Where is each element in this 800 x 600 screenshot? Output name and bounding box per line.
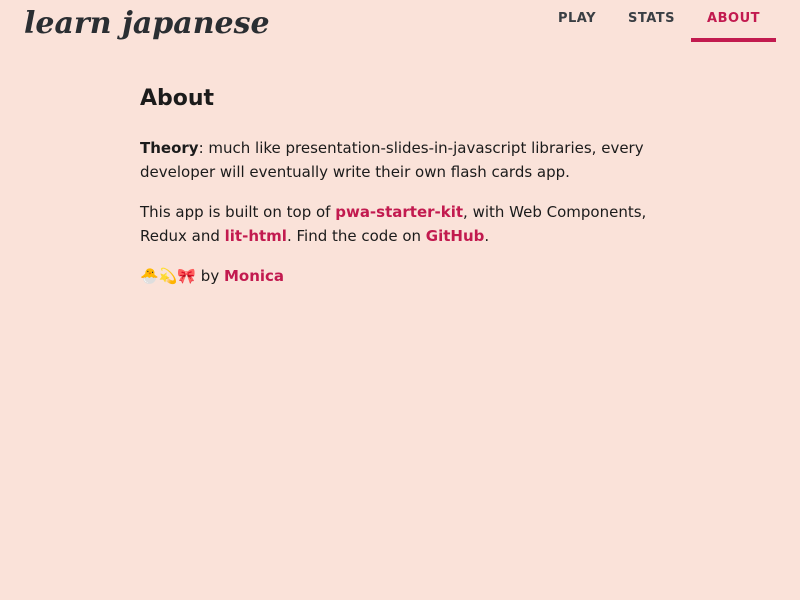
built-end: . xyxy=(484,227,490,245)
built-suffix: . Find the code on xyxy=(286,227,426,245)
tab-play[interactable]: PLAY xyxy=(542,0,612,38)
main-nav: PLAY STATS ABOUT xyxy=(542,0,776,42)
credit-paragraph: 🐣💫🎀 by Monica xyxy=(140,264,660,288)
author-link[interactable]: Monica xyxy=(224,267,284,285)
theory-text: : much like presentation-slides-in-javas… xyxy=(140,139,644,181)
app-header: learn japanese PLAY STATS ABOUT xyxy=(0,0,800,48)
about-content: About Theory: much like presentation-sli… xyxy=(140,80,660,288)
page-title: About xyxy=(140,86,215,111)
app-logo[interactable]: learn japanese xyxy=(24,2,270,46)
theory-paragraph: Theory: much like presentation-slides-in… xyxy=(140,136,660,184)
tab-about[interactable]: ABOUT xyxy=(691,0,776,42)
by-text: by xyxy=(196,267,224,285)
theory-label: Theory xyxy=(140,139,199,157)
github-link[interactable]: GitHub xyxy=(426,227,485,245)
pwa-starter-kit-link[interactable]: pwa-starter-kit xyxy=(335,203,463,221)
emoji-icons: 🐣💫🎀 xyxy=(140,267,197,285)
built-paragraph: This app is built on top of pwa-starter-… xyxy=(140,200,660,248)
tab-stats[interactable]: STATS xyxy=(612,0,691,38)
built-prefix: This app is built on top of xyxy=(140,203,336,221)
lit-html-link[interactable]: lit-html xyxy=(225,227,287,245)
